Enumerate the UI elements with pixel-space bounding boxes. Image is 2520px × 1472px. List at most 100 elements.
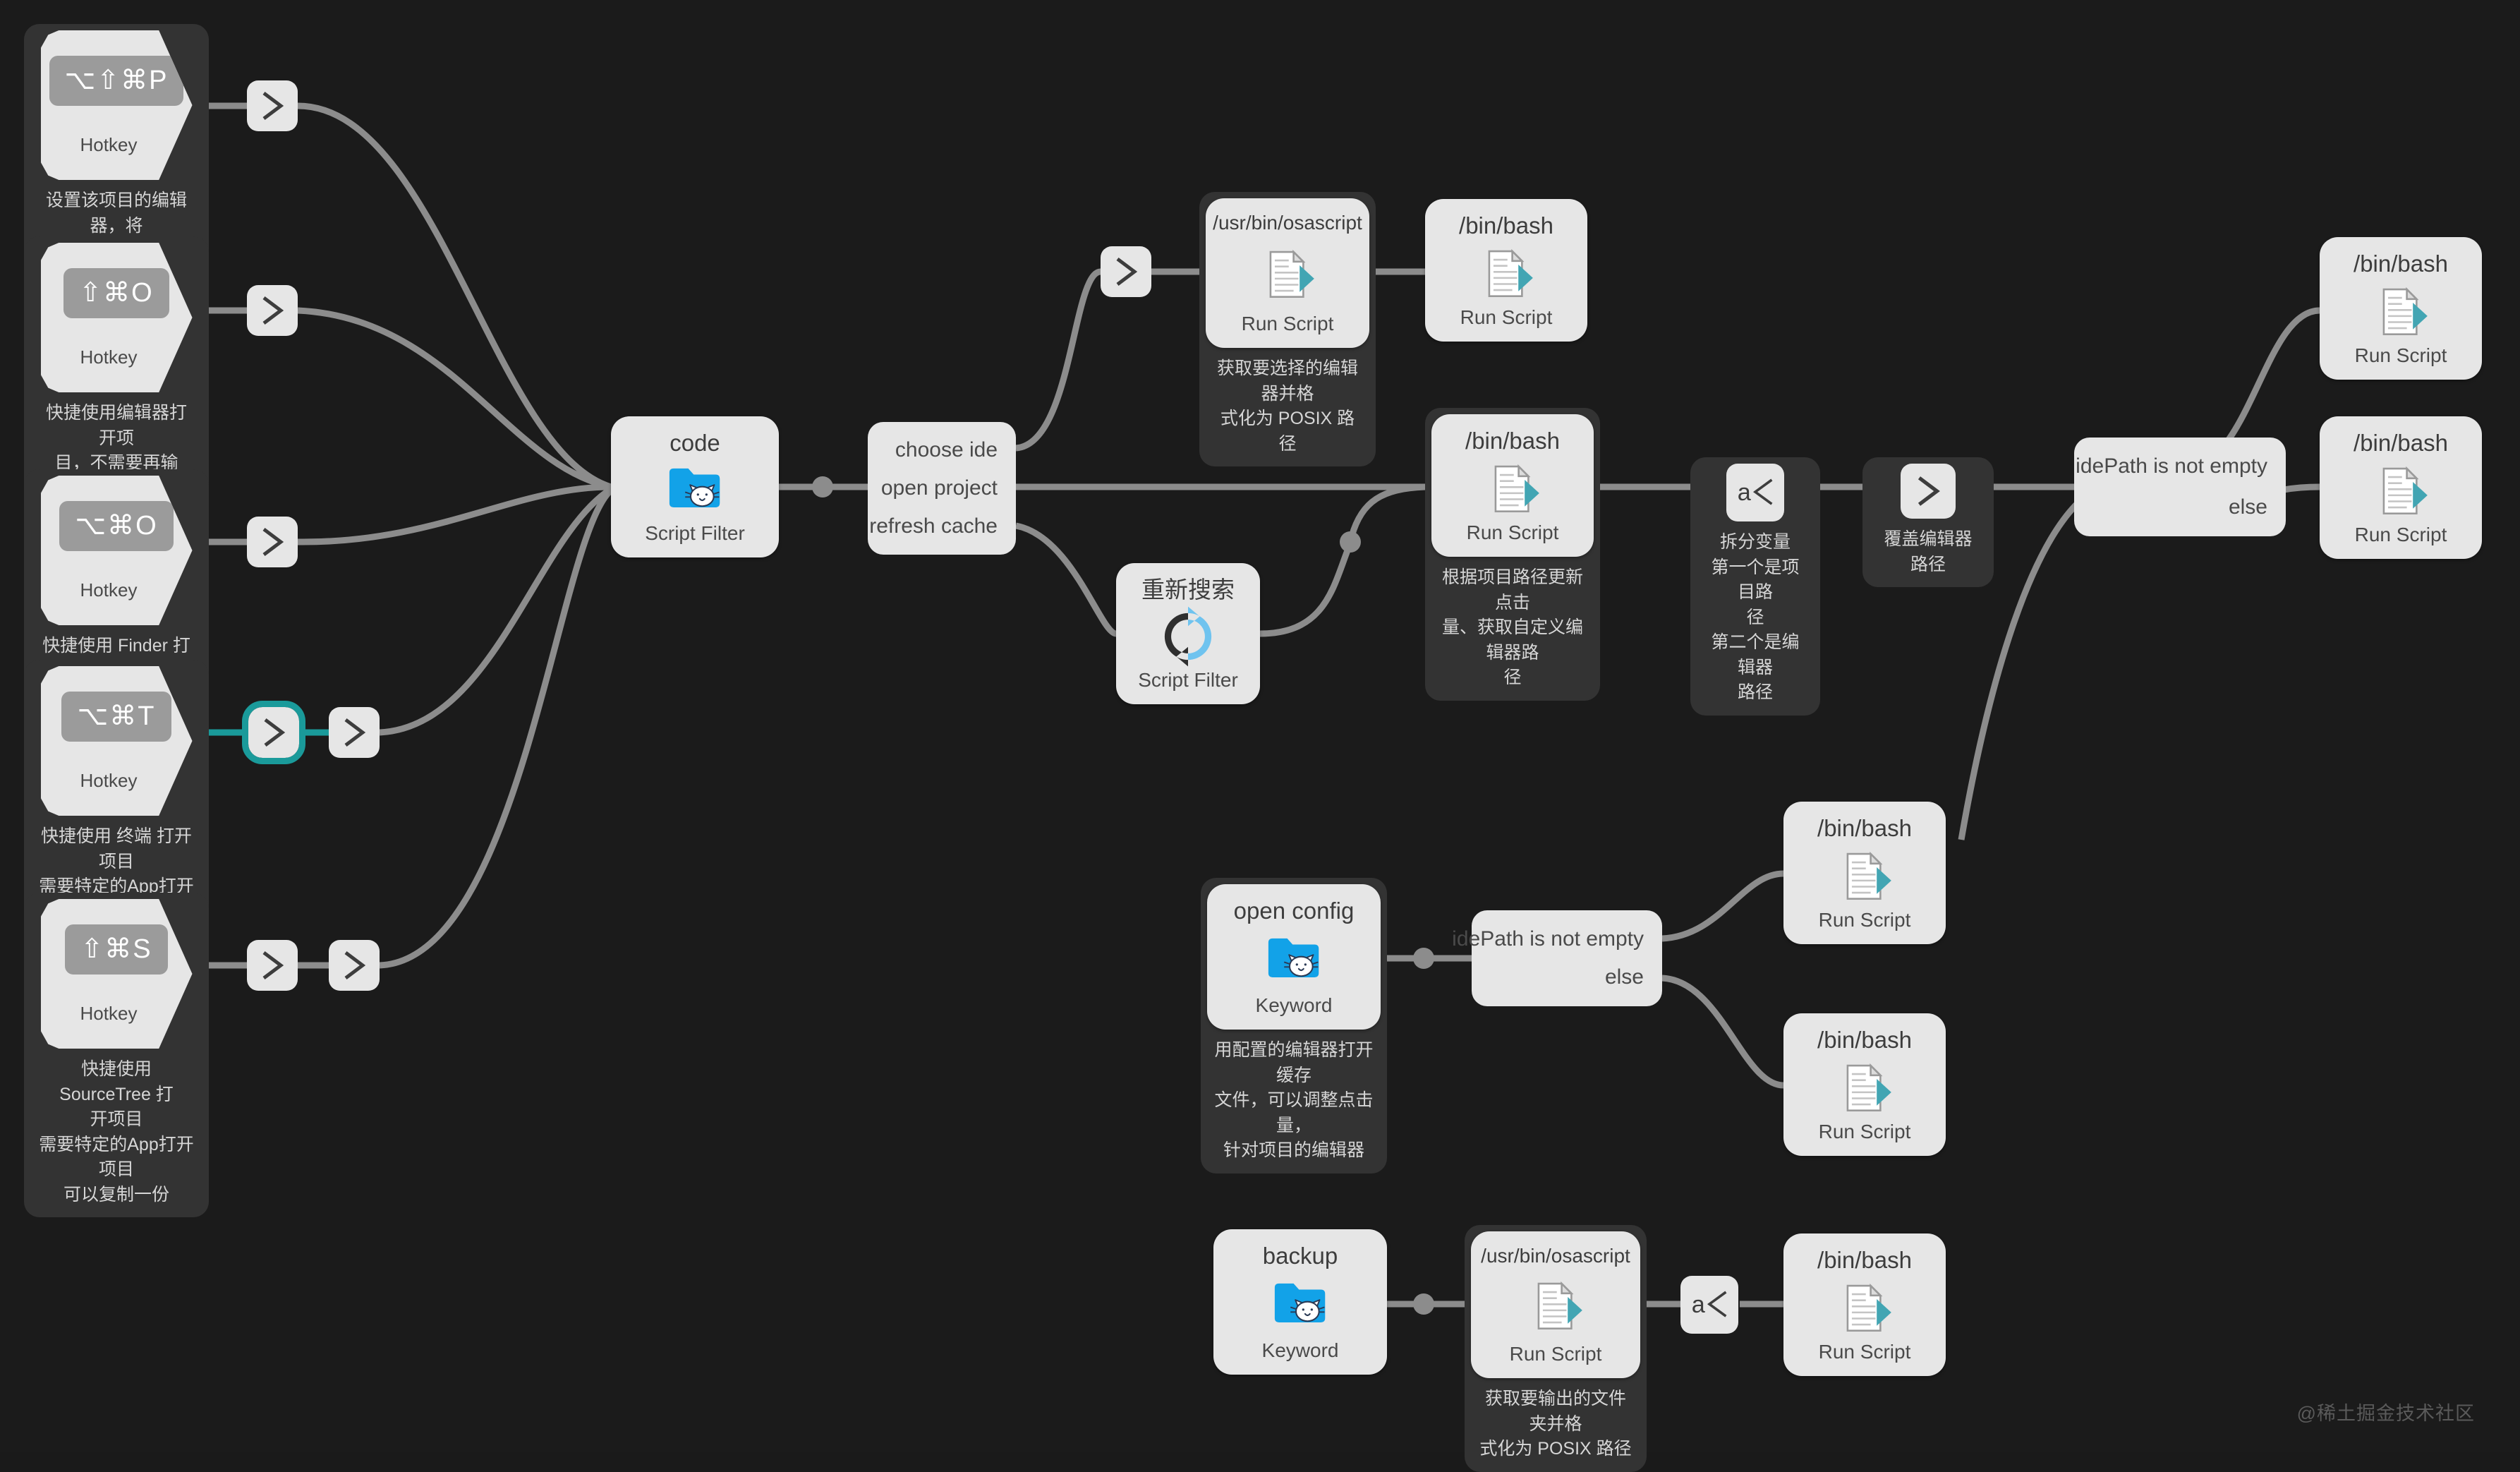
- osascript-backup-group[interactable]: /usr/bin/osascript Run Script 获取要输出的文件夹并…: [1465, 1225, 1647, 1472]
- chevron-action-7[interactable]: [329, 940, 380, 991]
- hotkey-keycap-2: ⇧⌘O: [63, 268, 169, 318]
- folder-cat-icon: [665, 456, 725, 523]
- hotkey-node-5[interactable]: ⇧⌘S Hotkey: [40, 899, 193, 1049]
- bash-right-bottom-node[interactable]: /bin/bash Run Script: [2320, 416, 2482, 559]
- bash-right-top-node[interactable]: /bin/bash Run Script: [2320, 237, 2482, 380]
- split-backup-node[interactable]: a: [1680, 1276, 1738, 1334]
- bash-config-else-subtitle: Run Script: [1818, 1121, 1911, 1143]
- split-args-icon: a: [1738, 478, 1773, 506]
- hotkey-type-label-1: Hotkey: [80, 134, 138, 155]
- chevron-right-icon: [344, 718, 366, 747]
- osascript-top-subtitle: Run Script: [1241, 313, 1334, 335]
- chevron-action-4-selected[interactable]: [242, 701, 305, 764]
- osascript-backup-title: /usr/bin/osascript: [1481, 1245, 1630, 1267]
- list-row-choose-ide[interactable]: choose ide: [895, 431, 998, 469]
- bash-center-subtitle: Run Script: [1466, 521, 1559, 544]
- hotkey-type-label-2: Hotkey: [80, 346, 138, 368]
- split-args-icon: a: [1692, 1291, 1727, 1318]
- osascript-backup-comment: 获取要输出的文件夹并格 式化为 POSIX 路径: [1479, 1389, 1632, 1459]
- bash-config-true-title: /bin/bash: [1817, 815, 1912, 841]
- code-node-subtitle: Script Filter: [645, 522, 745, 545]
- bash-top-subtitle: Run Script: [1460, 306, 1553, 329]
- backup-keyword-node[interactable]: backup Keyword: [1213, 1229, 1387, 1375]
- chevron-action-5[interactable]: [329, 707, 380, 758]
- open-config-comment: 用配置的编辑器打开缓存 文件，可以调整点击量， 针对项目的编辑器: [1214, 1040, 1374, 1160]
- bash-center-group[interactable]: /bin/bash Run Script 根据项目路径更新点击 量、获取自定义编…: [1425, 408, 1600, 701]
- split-vars-comment: 拆分变量 第一个是项目路 径 第二个是编辑器 路径: [1711, 532, 1800, 702]
- script-doc-icon: [1257, 234, 1318, 313]
- hotkey-node-4[interactable]: ⌥⌘T Hotkey: [40, 666, 193, 816]
- hotkey-keycap-5: ⇧⌘S: [65, 924, 168, 975]
- chevron-right-icon: [262, 951, 284, 979]
- open-config-node[interactable]: open config Keyword: [1207, 884, 1381, 1030]
- backup-title: backup: [1262, 1243, 1338, 1269]
- svg-text:a: a: [1738, 479, 1752, 506]
- svg-text:a: a: [1692, 1291, 1706, 1318]
- bash-center-node[interactable]: /bin/bash Run Script: [1431, 414, 1594, 557]
- bash-config-else-title: /bin/bash: [1817, 1027, 1912, 1053]
- chevron-action-3[interactable]: [247, 517, 298, 567]
- hotkey-node-1[interactable]: ⌥⇧⌘P Hotkey: [40, 30, 193, 180]
- hotkey-comment-5: 快捷使用 SourceTree 打 开项目 需要特定的App打开项目 可以复制一…: [39, 1059, 194, 1205]
- chevron-action-1[interactable]: [247, 80, 298, 131]
- hotkey-keycap-3: ⌥⌘O: [59, 501, 174, 551]
- chevron-right-icon: [1116, 258, 1138, 286]
- workflow-canvas[interactable]: ⌥⇧⌘P Hotkey 设置该项目的编辑器，将 打开 Finder 选择 App…: [0, 0, 2520, 1472]
- refresh-icon: [1156, 603, 1220, 670]
- chevron-action-choose-ide[interactable]: [1101, 246, 1151, 297]
- refresh-filter-subtitle: Script Filter: [1138, 669, 1238, 692]
- override-ide-node[interactable]: [1901, 464, 1956, 519]
- script-filter-code-node[interactable]: code Script Filter: [611, 416, 779, 557]
- bash-right-top-subtitle: Run Script: [2354, 344, 2447, 367]
- chevron-action-6[interactable]: [247, 940, 298, 991]
- list-row-refresh-cache[interactable]: refresh cache: [869, 507, 998, 545]
- osascript-backup-node[interactable]: /usr/bin/osascript Run Script: [1471, 1231, 1640, 1378]
- refresh-filter-title: 重新搜索: [1141, 577, 1235, 603]
- watermark: @稀土掘金技术社区: [2296, 1403, 2475, 1424]
- osascript-top-node[interactable]: /usr/bin/osascript Run Script: [1206, 198, 1369, 348]
- osascript-backup-subtitle: Run Script: [1509, 1343, 1602, 1365]
- script-doc-icon: [1525, 1267, 1586, 1344]
- bash-center-title: /bin/bash: [1465, 428, 1560, 454]
- cond-config-row-else[interactable]: else: [1605, 965, 1644, 989]
- chevron-action-2[interactable]: [247, 285, 298, 336]
- bash-top-node[interactable]: /bin/bash Run Script: [1425, 199, 1587, 342]
- refresh-script-filter-node[interactable]: 重新搜索 Script Filter: [1116, 563, 1260, 704]
- cond-main-row-true[interactable]: idePath is not empty: [2076, 454, 2267, 478]
- override-ide-group[interactable]: 覆盖编辑器路径: [1862, 457, 1994, 587]
- split-vars-group[interactable]: a 拆分变量 第一个是项目路 径 第二个是编辑器 路径: [1690, 457, 1820, 716]
- bash-right-top-title: /bin/bash: [2354, 251, 2448, 277]
- cond-main-row-else[interactable]: else: [2229, 495, 2267, 519]
- hotkey-type-label-3: Hotkey: [80, 579, 138, 601]
- chevron-right-icon: [344, 951, 366, 979]
- conditional-idepath-main[interactable]: idePath is not empty else: [2074, 438, 2286, 536]
- folder-cat-icon: [1270, 1269, 1331, 1340]
- osascript-top-title: /usr/bin/osascript: [1213, 212, 1362, 234]
- conditional-idepath-config[interactable]: idePath is not empty else: [1452, 910, 1662, 1006]
- open-config-subtitle: Keyword: [1255, 994, 1333, 1017]
- list-row-open-project[interactable]: open project: [881, 469, 998, 507]
- chevron-right-icon: [262, 296, 284, 325]
- script-doc-icon: [2370, 456, 2431, 524]
- bash-config-else-node[interactable]: /bin/bash Run Script: [1783, 1013, 1946, 1156]
- chevron-right-icon: [262, 92, 284, 120]
- osascript-top-group[interactable]: /usr/bin/osascript Run Script 获取要选择的编辑器并…: [1199, 192, 1376, 466]
- bash-backup-node[interactable]: /bin/bash Run Script: [1783, 1233, 1946, 1376]
- bash-backup-title: /bin/bash: [1817, 1247, 1912, 1273]
- cond-config-row-true[interactable]: idePath is not empty: [1452, 927, 1644, 951]
- script-doc-icon: [1834, 1053, 1895, 1121]
- bash-config-true-node[interactable]: /bin/bash Run Script: [1783, 802, 1946, 944]
- backup-subtitle: Keyword: [1261, 1339, 1339, 1362]
- hotkey-node-3[interactable]: ⌥⌘O Hotkey: [40, 476, 193, 625]
- bash-right-bottom-subtitle: Run Script: [2354, 524, 2447, 546]
- hotkey-keycap-1: ⌥⇧⌘P: [49, 56, 184, 106]
- script-doc-icon: [1482, 454, 1543, 522]
- hotkey-group-5[interactable]: ⇧⌘S Hotkey 快捷使用 SourceTree 打 开项目 需要特定的Ap…: [24, 893, 209, 1217]
- ide-list-node[interactable]: choose ide open project refresh cache: [868, 422, 1016, 555]
- open-config-group[interactable]: open config Keyword 用配置的编辑器打开缓存 文件，可以调整点…: [1201, 878, 1387, 1174]
- bash-backup-subtitle: Run Script: [1818, 1341, 1911, 1363]
- hotkey-node-2[interactable]: ⇧⌘O Hotkey: [40, 243, 193, 392]
- osascript-top-comment: 获取要选择的编辑器并格 式化为 POSIX 路径: [1216, 358, 1358, 454]
- split-vars-node[interactable]: a: [1726, 464, 1784, 521]
- bash-config-true-subtitle: Run Script: [1818, 909, 1911, 931]
